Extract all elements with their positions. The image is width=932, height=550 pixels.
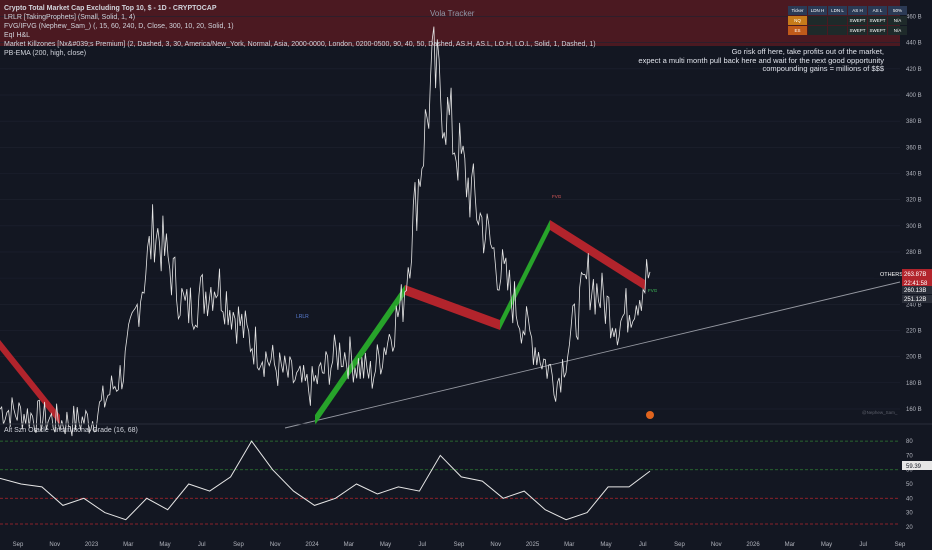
x-tick-label: 2024 <box>305 542 319 548</box>
indicator-lrlr[interactable]: LRLR [TakingProphets] (Small, Solid, 1, … <box>4 13 135 22</box>
symbol-text: OTHERS <box>880 272 903 278</box>
price-badges: OTHERS 263.87B 22:41:58 260.13B 251.12B … <box>874 269 932 470</box>
trendline <box>284 281 901 429</box>
y-tick-label: 200 B <box>906 355 922 361</box>
x-tick-label: Mar <box>785 542 795 548</box>
x-tick-label: Jul <box>418 542 426 548</box>
td-nq: NQ <box>788 16 807 25</box>
th-ldn-h: LDN H <box>808 6 827 15</box>
x-tick-label: Nov <box>711 542 722 548</box>
osc-tick-label: 20 <box>906 525 913 531</box>
x-tick-label: May <box>600 542 611 548</box>
indicator-fvg[interactable]: FVG/IFVG (Nephew_Sam_) (, 15, 60, 240, D… <box>4 22 234 31</box>
table-cell <box>808 26 827 35</box>
x-tick-label: May <box>159 542 170 548</box>
oscillator-line <box>0 440 651 521</box>
th-50: 50% <box>888 6 907 15</box>
y-tick-label: 440 B <box>906 41 922 47</box>
x-tick-label: Jul <box>198 542 206 548</box>
y-axis-osc: 20304050607080 <box>906 439 913 531</box>
ema-band <box>0 220 645 425</box>
osc-tick-label: 30 <box>906 511 913 517</box>
x-tick-label: Nov <box>49 542 60 548</box>
x-tick-label: Sep <box>13 542 24 548</box>
td-es: ES <box>788 26 807 35</box>
y-tick-label: 360 B <box>906 145 922 151</box>
th-ticker: Ticker <box>788 6 807 15</box>
x-tick-label: Nov <box>490 542 501 548</box>
chart-title: Crypto Total Market Cap Excluding Top 10… <box>4 5 217 12</box>
osc-tick-label: 70 <box>906 453 913 459</box>
th-as-h: AS H <box>848 6 867 15</box>
fvg-marker-2: FVG <box>648 288 658 293</box>
x-tick-label: May <box>821 542 832 548</box>
y-tick-label: 380 B <box>906 119 922 125</box>
x-tick-label: Mar <box>123 542 133 548</box>
y-tick-label: 400 B <box>906 93 922 99</box>
level2-text: 251.12B <box>904 297 926 303</box>
x-tick-label: Sep <box>454 542 465 548</box>
lrlr-marker: LRLR <box>296 314 309 320</box>
x-tick-label: Jul <box>639 542 647 548</box>
x-tick-label: Jul <box>859 542 867 548</box>
x-tick-label: Sep <box>895 542 906 548</box>
osc-levels <box>0 440 900 525</box>
table-cell <box>828 26 847 35</box>
note-line: compounding gains = millions of $$$ <box>762 64 884 73</box>
indicator-killzones[interactable]: Market Killzones [Nx&#039;s Premium] (2,… <box>4 40 596 49</box>
chart-canvas: Vola Tracker 160 B180 B200 B220 B240 B26… <box>0 0 932 548</box>
markers: LRLR FVG FVG @Nephew_Sam_ <box>296 194 898 419</box>
table-cell <box>808 16 827 25</box>
osc-value-text: 59.39 <box>906 464 922 470</box>
y-tick-label: 420 B <box>906 67 922 73</box>
ema-segment <box>500 220 550 330</box>
table-cell <box>828 16 847 25</box>
x-tick-label: Mar <box>344 542 354 548</box>
y-tick-label: 240 B <box>906 302 922 308</box>
table-cell: N/A <box>888 16 907 25</box>
y-tick-label: 320 B <box>906 198 922 204</box>
alert-icon <box>646 411 654 419</box>
y-tick-label: 180 B <box>906 381 922 387</box>
price-text: 263.87B <box>904 272 926 278</box>
indicator-eqhl[interactable]: EqI H&L <box>4 31 30 40</box>
x-tick-label: 2025 <box>526 542 540 548</box>
indicator-pbema[interactable]: PB-EMA (200, high, close) <box>4 49 86 58</box>
level1-text: 260.13B <box>904 288 926 294</box>
ema-segment <box>550 220 645 290</box>
x-tick-label: 2026 <box>746 542 760 548</box>
table-cell: N/A <box>888 26 907 35</box>
ema-segment <box>405 285 500 330</box>
x-tick-label: Mar <box>564 542 574 548</box>
y-axis-price: 160 B180 B200 B220 B240 B260 B280 B300 B… <box>906 15 922 413</box>
fvg-marker: FVG <box>552 194 562 199</box>
x-axis: Sep Nov 2023 Mar May Jul Sep Nov 2024 Mar May Jul Se… <box>13 542 906 548</box>
osc-tick-label: 40 <box>906 496 913 502</box>
x-tick-label: 2023 <box>85 542 99 548</box>
x-tick-label: Nov <box>270 542 281 548</box>
osc-tick-label: 80 <box>906 439 913 445</box>
annotation-note: Go risk off here, take profits out of th… <box>638 47 884 74</box>
y-tick-label: 460 B <box>906 15 922 21</box>
ema-segment <box>315 285 405 425</box>
x-tick-label: Sep <box>233 542 244 548</box>
th-ldn-l: LDN L <box>828 6 847 15</box>
table-cell: SWEPT <box>868 26 887 35</box>
y-tick-label: 340 B <box>906 171 922 177</box>
table-cell: SWEPT <box>848 16 867 25</box>
table-cell: SWEPT <box>868 16 887 25</box>
table-cell: SWEPT <box>848 26 867 35</box>
killzone-table: Ticker LDN H LDN L AS H AS L 50% NQ SWEP… <box>787 5 908 36</box>
osc-tick-label: 50 <box>906 482 913 488</box>
y-tick-label: 300 B <box>906 224 922 230</box>
watermark: @Nephew_Sam_ <box>862 410 898 415</box>
y-tick-label: 280 B <box>906 250 922 256</box>
x-tick-label: May <box>380 542 391 548</box>
osc-title[interactable]: Alt Szn Oracle - Institutional Grade (16… <box>4 426 138 435</box>
price-grid <box>0 16 900 410</box>
x-tick-label: Sep <box>674 542 685 548</box>
th-as-l: AS L <box>868 6 887 15</box>
y-tick-label: 160 B <box>906 407 922 413</box>
y-tick-label: 220 B <box>906 328 922 334</box>
